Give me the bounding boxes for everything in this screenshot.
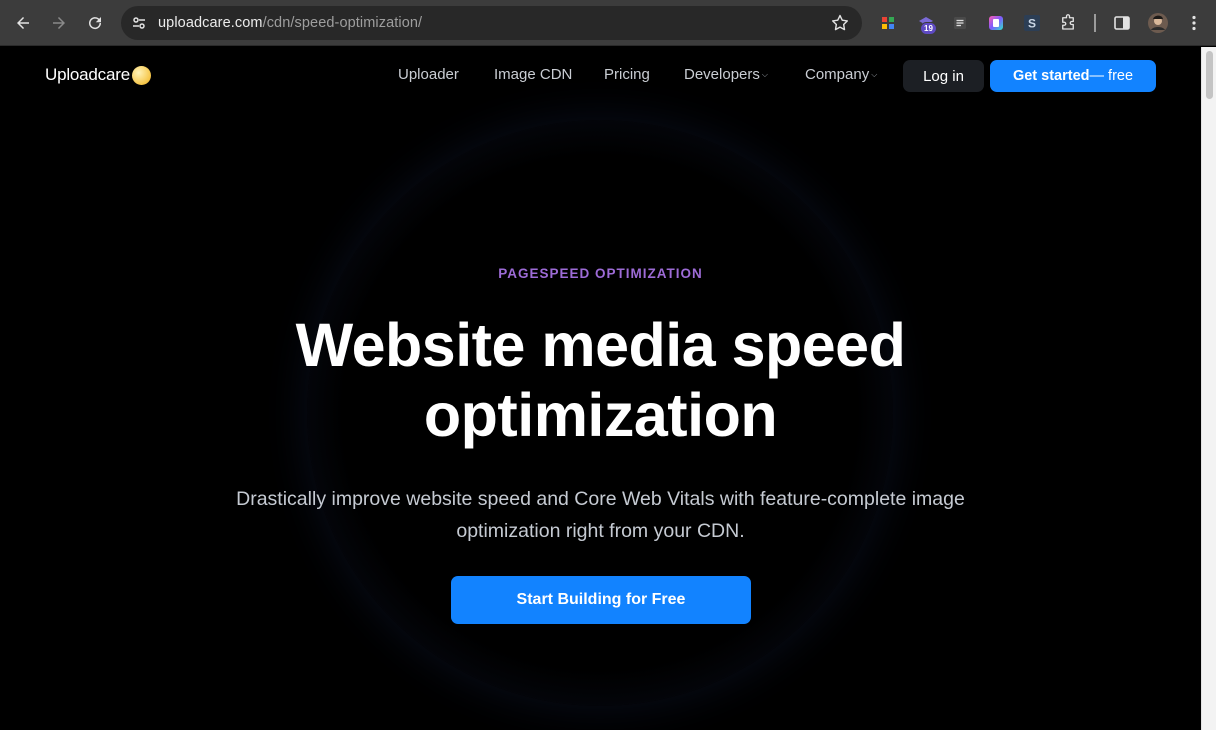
url-host: uploadcare.com xyxy=(158,15,263,31)
nav-company[interactable]: Company ⌵ xyxy=(805,66,877,83)
extension-document-icon[interactable] xyxy=(949,12,971,34)
chevron-down-icon: ⌵ xyxy=(871,69,878,79)
headline-line-1: Website media speed xyxy=(295,311,906,379)
bookmark-star-icon[interactable] xyxy=(830,13,850,33)
start-building-button[interactable]: Start Building for Free xyxy=(451,576,751,624)
get-started-suffix: — free xyxy=(1089,68,1134,84)
side-panel-icon[interactable] xyxy=(1111,12,1133,34)
extensions-puzzle-icon[interactable] xyxy=(1057,12,1079,34)
address-bar[interactable]: uploadcare.com/cdn/speed-optimization/ xyxy=(121,6,862,40)
nav-image-cdn[interactable]: Image CDN xyxy=(494,66,572,83)
nav-developers[interactable]: Developers ⌵ xyxy=(684,66,768,83)
extension-badge: 19 xyxy=(920,22,937,35)
forward-button[interactable] xyxy=(47,11,71,35)
login-button[interactable]: Log in xyxy=(903,60,984,92)
extension-gradient-icon[interactable] xyxy=(985,12,1007,34)
extension-s-icon[interactable]: S xyxy=(1021,12,1043,34)
hero-headline: Website media speed optimization xyxy=(0,310,1201,450)
hero-subtext: Drastically improve website speed and Co… xyxy=(236,488,965,542)
nav-label: Image CDN xyxy=(494,66,573,83)
browser-toolbar: uploadcare.com/cdn/speed-optimization/ 1… xyxy=(0,0,1216,46)
nav-label: Pricing xyxy=(604,66,650,83)
site-logo[interactable]: Uploadcare xyxy=(45,65,151,85)
nav-label: Uploader xyxy=(398,66,459,83)
extension-colorful-icon[interactable] xyxy=(877,12,899,34)
profile-avatar[interactable] xyxy=(1147,12,1169,34)
logo-circle-icon xyxy=(131,65,151,85)
back-button[interactable] xyxy=(11,11,35,35)
headline-line-2: optimization xyxy=(423,381,778,449)
nav-uploader[interactable]: Uploader xyxy=(398,66,459,83)
chevron-down-icon: ⌵ xyxy=(761,69,768,79)
hero-eyebrow: PAGESPEED OPTIMIZATION xyxy=(498,266,703,281)
toolbar-divider xyxy=(1094,14,1096,32)
url-text[interactable]: uploadcare.com/cdn/speed-optimization/ xyxy=(158,15,422,31)
nav-label: Company xyxy=(805,66,870,83)
nav-label: Developers xyxy=(684,66,760,83)
reload-icon xyxy=(89,17,102,30)
page-content: Uploadcare Uploader Image CDN Pricing De… xyxy=(0,47,1201,730)
login-label: Log in xyxy=(923,67,964,85)
site-settings-icon[interactable] xyxy=(129,13,149,33)
browser-menu-icon[interactable] xyxy=(1183,12,1205,34)
url-path: /cdn/speed-optimization/ xyxy=(262,15,423,31)
get-started-button[interactable]: Get started — free xyxy=(990,60,1156,92)
get-started-label: Get started xyxy=(1012,68,1090,84)
scrollbar-thumb[interactable] xyxy=(1206,51,1213,99)
arrow-right-icon xyxy=(53,17,65,29)
arrow-left-icon xyxy=(17,17,29,29)
nav-pricing[interactable]: Pricing xyxy=(604,66,650,83)
cta-label: Start Building for Free xyxy=(516,591,686,608)
svg-text:S: S xyxy=(1028,17,1036,31)
page-scrollbar[interactable] xyxy=(1201,47,1216,730)
reload-button[interactable] xyxy=(83,11,107,35)
logo-text: Uploadcare xyxy=(45,65,130,84)
